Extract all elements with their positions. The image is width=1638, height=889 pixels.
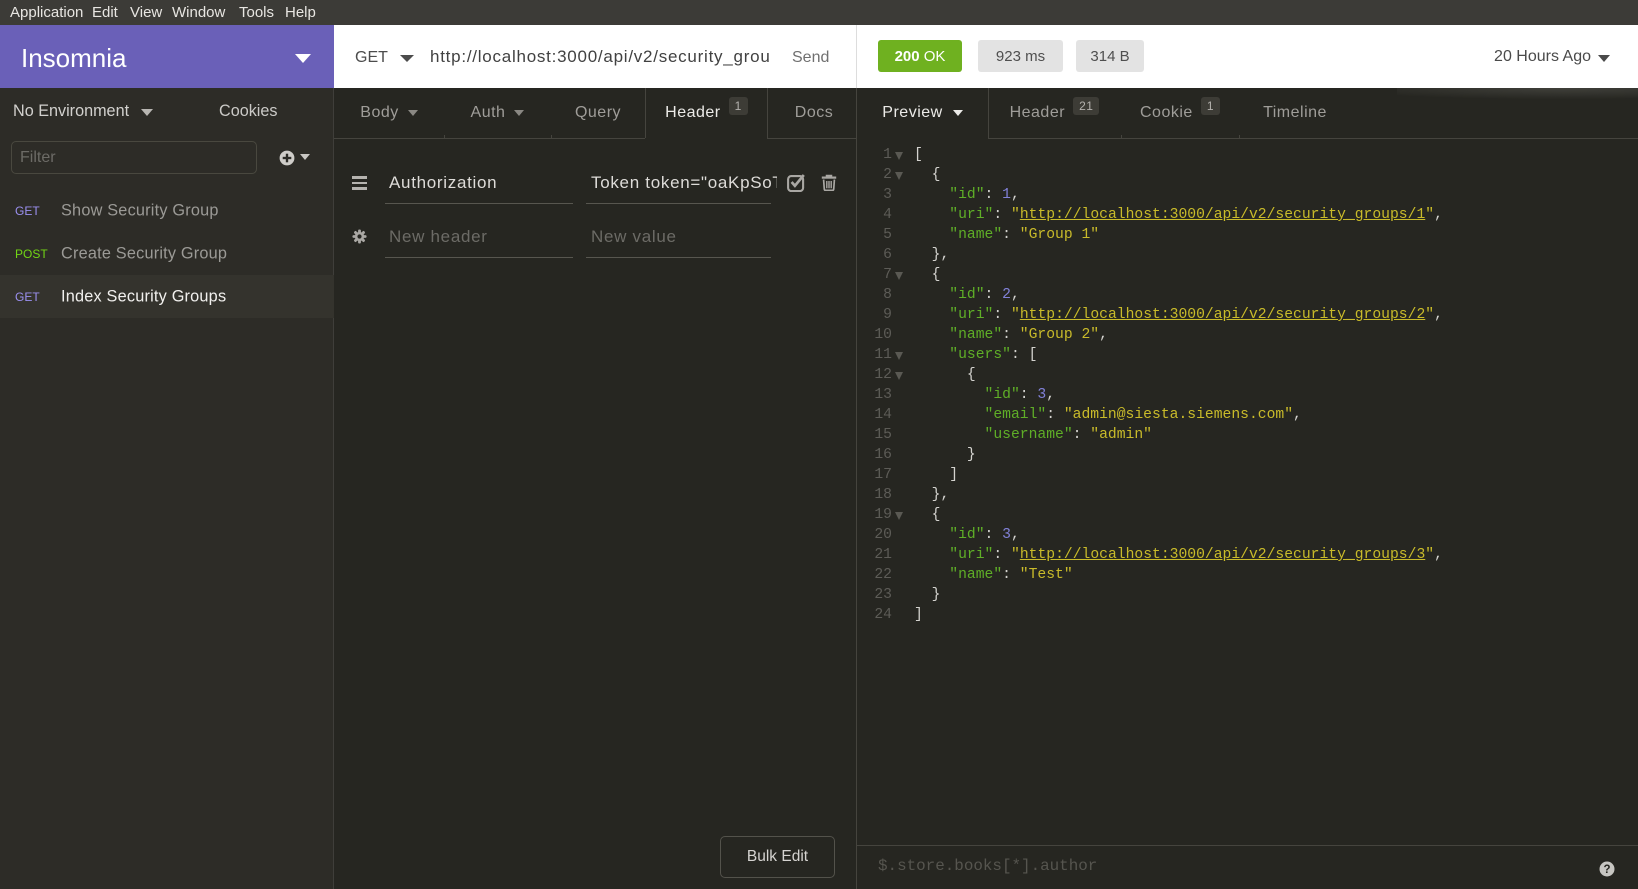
svg-text:?: ? xyxy=(1603,864,1610,876)
